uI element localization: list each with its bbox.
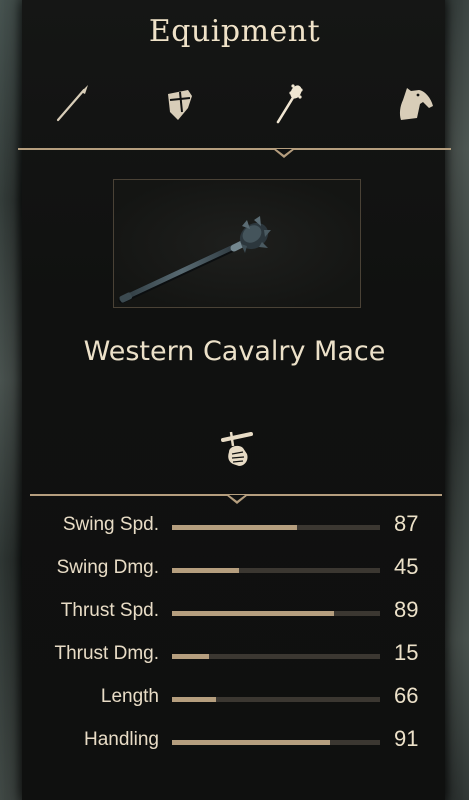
stat-bar-fill: [172, 525, 297, 530]
item-name: Western Cavalry Mace: [83, 336, 386, 367]
stat-row-thrust-damage: Thrust Dmg. 15: [0, 639, 469, 679]
stat-row-handling: Handling 91: [0, 725, 469, 765]
stat-value: 89: [394, 597, 419, 622]
stat-label: Thrust Dmg.: [54, 643, 159, 664]
mace-icon: [276, 84, 303, 124]
stat-row-swing-damage: Swing Dmg. 45: [0, 553, 469, 593]
stat-row-swing-speed: Swing Spd. 87: [0, 510, 469, 550]
stat-bar: [172, 740, 380, 745]
stat-bar: [172, 568, 380, 573]
stat-bar-fill: [172, 697, 216, 702]
stat-bar: [172, 611, 380, 616]
stat-label: Thrust Spd.: [60, 600, 159, 621]
stat-bar: [172, 697, 380, 702]
panel-title: Equipment: [148, 14, 321, 49]
equipment-tabs: [0, 82, 469, 130]
stat-bar-fill: [172, 568, 239, 573]
item-image-frame: [113, 179, 361, 308]
stat-label: Length: [100, 686, 159, 707]
horse-icon: [399, 88, 433, 120]
stat-bar-fill: [172, 611, 335, 616]
stat-value: 45: [394, 554, 419, 579]
stat-label: Handling: [84, 729, 159, 750]
stat-row-thrust-speed: Thrust Spd. 89: [0, 596, 469, 636]
stat-value: 91: [394, 726, 419, 751]
spear-icon: [56, 85, 88, 122]
stat-bar-fill: [172, 654, 210, 659]
stat-bar: [172, 525, 380, 530]
tab-spear[interactable]: [50, 82, 94, 126]
stat-value: 15: [394, 640, 419, 665]
active-tab-notch-inner: [276, 149, 292, 155]
stat-value: 66: [394, 683, 419, 708]
tabs-divider: [18, 148, 451, 150]
stat-label: Swing Spd.: [62, 514, 159, 535]
stat-bar: [172, 654, 380, 659]
weapon-type: [217, 430, 257, 470]
mace-image: [118, 216, 271, 304]
tab-mace[interactable]: [266, 82, 310, 126]
tab-shield[interactable]: [158, 82, 202, 126]
stat-bar-fill: [172, 740, 331, 745]
shield-icon: [168, 90, 192, 120]
tab-horse[interactable]: [393, 82, 437, 126]
one-handed-weapon-icon: [221, 431, 253, 466]
stat-value: 87: [394, 511, 419, 536]
game-scene: Equipment Western Cavalry Mace Swing Spd…: [0, 0, 469, 800]
stat-label: Swing Dmg.: [56, 557, 159, 578]
stat-row-length: Length 66: [0, 682, 469, 722]
stats-notch-inner: [229, 495, 245, 501]
